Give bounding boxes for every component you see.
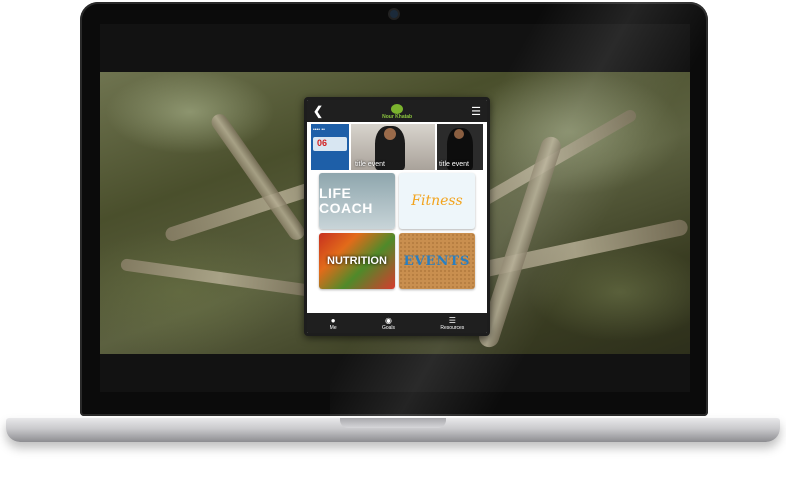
- tile-nutrition[interactable]: NUTRITION: [319, 233, 395, 289]
- tile-fitness[interactable]: Fitness: [399, 173, 475, 229]
- nav-goals[interactable]: ◉ Goals: [382, 316, 395, 331]
- tile-label: NUTRITION: [327, 255, 387, 267]
- bottom-nav: ● Me ◉ Goals ☰ Resources: [307, 313, 487, 333]
- tile-life-coach[interactable]: LIFE COACH: [319, 173, 395, 229]
- logo-text: Nour Khatab: [382, 113, 413, 120]
- event-carousel[interactable]: •••• •• 06 title event title event: [311, 124, 483, 170]
- hamburger-menu-icon[interactable]: ☰: [471, 105, 481, 118]
- carousel-card-event[interactable]: title event: [437, 124, 483, 170]
- carousel-card-event[interactable]: title event: [351, 124, 435, 170]
- category-grid: LIFE COACH Fitness NUTRITION EVENTS: [319, 173, 475, 289]
- tile-label: EVENTS: [403, 253, 471, 269]
- person-icon: ●: [330, 315, 336, 325]
- logo-icon: [391, 103, 404, 114]
- card-caption: title event: [439, 161, 469, 168]
- layers-icon: ☰: [448, 315, 456, 325]
- app-logo: Nour Khatab: [382, 103, 412, 120]
- tile-label: LIFE COACH: [319, 185, 373, 216]
- tile-events[interactable]: EVENTS: [399, 233, 475, 289]
- nav-resources[interactable]: ☰ Resources: [440, 316, 464, 331]
- mobile-app-window: ❮ Nour Khatab ☰ •••• •• 06 title event t…: [304, 97, 490, 336]
- radio-badge: 06: [317, 138, 328, 148]
- app-header: ❮ Nour Khatab ☰: [307, 100, 487, 122]
- card-caption: title event: [355, 161, 385, 168]
- carousel-card-radio[interactable]: •••• •• 06: [311, 124, 349, 170]
- tile-label: Fitness: [411, 193, 463, 209]
- camera-icon: [390, 10, 398, 18]
- laptop-notch: [340, 418, 446, 428]
- nav-me[interactable]: ● Me: [330, 316, 337, 331]
- back-arrow-icon[interactable]: ❮: [313, 104, 323, 118]
- target-icon: ◉: [385, 315, 392, 325]
